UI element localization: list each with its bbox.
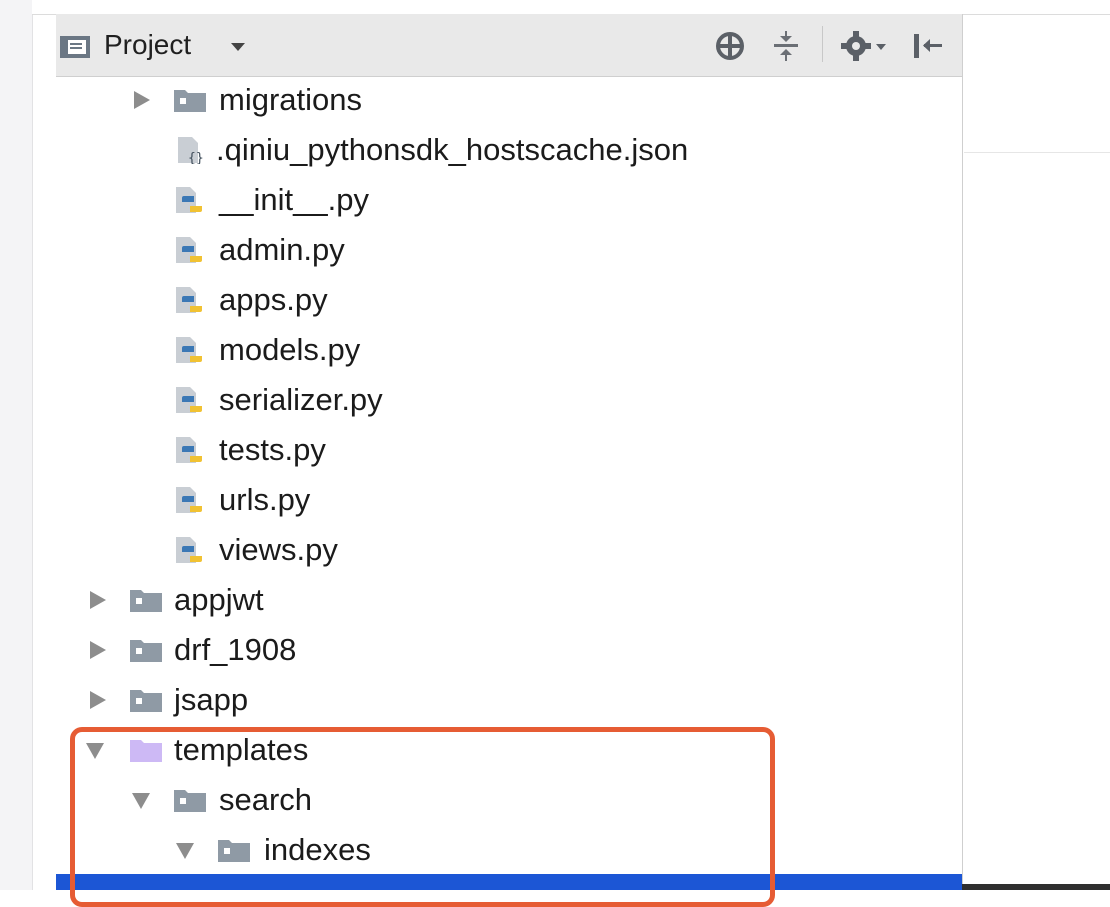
collapse-all-icon[interactable]: [768, 28, 804, 64]
dropdown-caret-icon[interactable]: [230, 42, 246, 52]
tree-row-jsapp[interactable]: jsapp: [56, 676, 962, 726]
folder-icon: [130, 640, 162, 662]
tree-row-python[interactable]: __init__.py: [56, 176, 962, 226]
expand-arrow-icon[interactable]: [86, 589, 108, 611]
project-title[interactable]: Project: [104, 28, 191, 62]
top-divider: [32, 0, 1110, 15]
tree-row-migrations[interactable]: migrations: [56, 76, 962, 126]
tree-row-python[interactable]: apps.py: [56, 276, 962, 326]
python-file-icon: [176, 387, 202, 413]
tree-row-python[interactable]: views.py: [56, 526, 962, 576]
tree-row-python[interactable]: urls.py: [56, 476, 962, 526]
tree-item-label: models.py: [219, 332, 361, 367]
tree-item-label: admin.py: [219, 232, 345, 267]
left-gutter: [0, 0, 33, 890]
tree-row-python[interactable]: tests.py: [56, 426, 962, 476]
tree-row-python[interactable]: models.py: [56, 326, 962, 376]
expand-arrow-icon[interactable]: [86, 639, 108, 661]
tree-item-label: serializer.py: [219, 382, 383, 417]
folder-icon: [174, 90, 206, 112]
python-file-icon: [176, 487, 202, 513]
svg-text:{}: {}: [188, 151, 204, 164]
expand-arrow-icon[interactable]: [86, 689, 108, 711]
tree-item-label: appjwt: [174, 582, 264, 617]
tree-row-appjwt[interactable]: appjwt: [56, 576, 962, 626]
tree-row-python[interactable]: admin.py: [56, 226, 962, 276]
project-toolbar: Project: [56, 14, 962, 77]
tree-item-label: .qiniu_pythonsdk_hostscache.json: [216, 132, 689, 167]
tree-item-label: __init__.py: [219, 182, 369, 217]
project-view-icon[interactable]: [56, 32, 94, 60]
python-file-icon: [176, 337, 202, 363]
python-file-icon: [176, 287, 202, 313]
tree-row-python[interactable]: serializer.py: [56, 376, 962, 426]
tree-item-label: views.py: [219, 532, 338, 567]
folder-icon: [130, 590, 162, 612]
tree-row-json[interactable]: {} .qiniu_pythonsdk_hostscache.json: [56, 126, 962, 176]
tree-item-label: drf_1908: [174, 632, 297, 667]
toolbar-separator: [822, 26, 823, 62]
python-file-icon: [176, 187, 202, 213]
locate-target-icon[interactable]: [712, 28, 748, 64]
tree-row-drf[interactable]: drf_1908: [56, 626, 962, 676]
expand-arrow-icon[interactable]: [130, 89, 152, 111]
settings-gear-icon[interactable]: [838, 28, 890, 64]
json-file-icon: {}: [178, 137, 204, 164]
annotation-highlight-box: [70, 727, 775, 907]
tree-item-label: urls.py: [219, 482, 311, 517]
python-file-icon: [176, 537, 202, 563]
hide-panel-icon[interactable]: [910, 28, 946, 64]
python-file-icon: [176, 437, 202, 463]
tree-item-label: tests.py: [219, 432, 326, 467]
folder-icon: [130, 690, 162, 712]
tree-item-label: jsapp: [174, 682, 249, 717]
tree-item-label: migrations: [219, 82, 362, 117]
tree-item-label: apps.py: [219, 282, 328, 317]
bottom-dark-strip: [962, 884, 1110, 890]
editor-divider: [964, 152, 1110, 153]
python-file-icon: [176, 237, 202, 263]
